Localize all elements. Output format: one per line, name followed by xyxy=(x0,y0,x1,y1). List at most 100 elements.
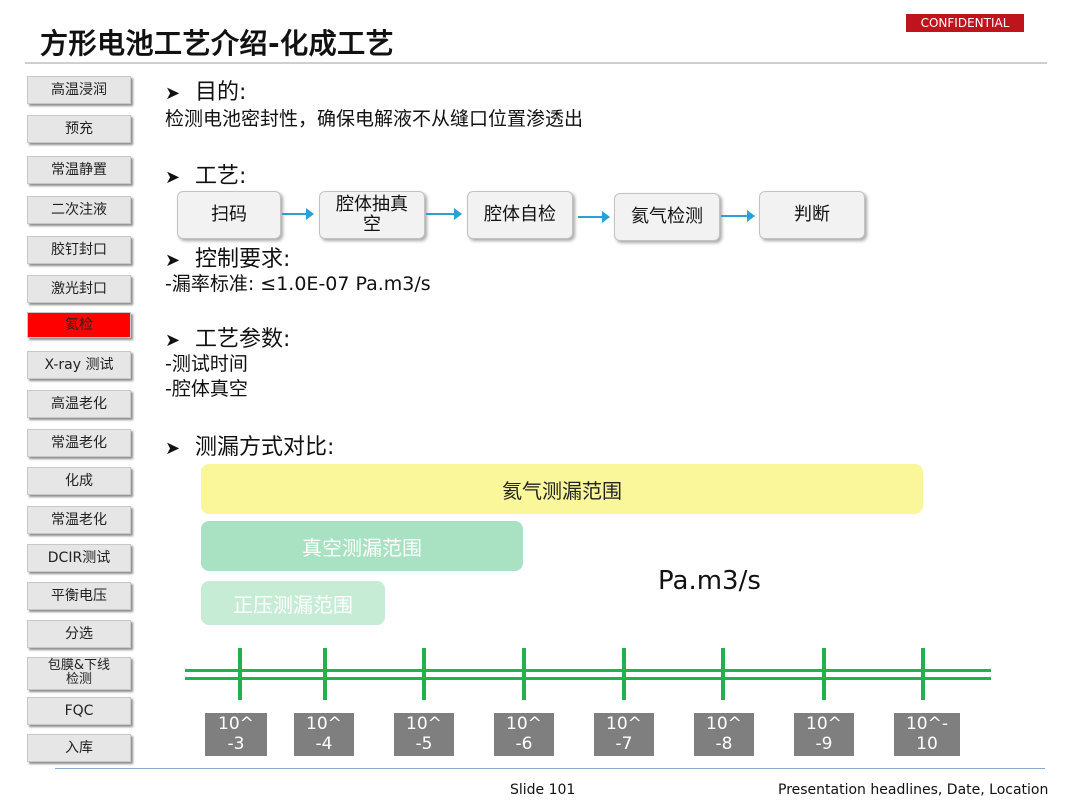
exponent-bottom: 10 xyxy=(916,734,938,754)
flow-arrow-icon xyxy=(578,211,610,223)
unit-label: Pa.m3/s xyxy=(658,566,761,596)
sidebar-item-label-line2: 检测 xyxy=(65,672,92,687)
sidebar-item-formation[interactable]: 化成 xyxy=(27,467,131,495)
comparison-heading: ➤ 测漏方式对比: xyxy=(165,429,334,461)
sidebar-item-high-temp-soak[interactable]: 高温浸润 xyxy=(27,76,131,104)
title-divider xyxy=(25,62,1047,64)
param-chamber-vacuum: -腔体真空 xyxy=(165,378,248,400)
exponent-label: 10^ -8 xyxy=(694,713,754,756)
footer-divider xyxy=(55,768,1045,769)
exponent-label: 10^- 10 xyxy=(894,713,960,756)
sidebar-item-label: 平衡电压 xyxy=(51,588,107,604)
purpose-heading: ➤ 目的: xyxy=(165,74,246,106)
axis-tick xyxy=(522,648,526,700)
exponent-top: 10^ xyxy=(606,714,642,734)
exponent-label: 10^ -4 xyxy=(294,713,354,756)
bullet-arrow-icon: ➤ xyxy=(165,330,181,351)
sidebar-item-label: 包膜&下线 xyxy=(47,658,111,673)
process-step-label: 腔体自检 xyxy=(484,204,556,225)
sidebar-item-fqc[interactable]: FQC xyxy=(27,697,131,725)
leak-rate-standard: -漏率标准: ≤1.0E-07 Pa.m3/s xyxy=(165,273,431,295)
flow-arrow-icon xyxy=(282,208,314,220)
comparison-heading-text: 测漏方式对比: xyxy=(195,435,335,460)
sidebar-item-label: 分选 xyxy=(65,626,93,642)
process-step-label: 腔体抽真 xyxy=(336,194,408,215)
page-title: 方形电池工艺介绍-化成工艺 xyxy=(40,27,395,60)
exponent-top: 10^ xyxy=(218,714,254,734)
bullet-arrow-icon: ➤ xyxy=(165,250,181,271)
helium-range-bar: 氦气测漏范围 xyxy=(201,464,923,514)
process-heading: ➤ 工艺: xyxy=(165,158,246,190)
process-step-label: 扫码 xyxy=(211,204,247,225)
exponent-label: 10^ -3 xyxy=(205,713,267,756)
sidebar-item-label: 化成 xyxy=(65,473,93,489)
sidebar-item-label: 高温老化 xyxy=(51,396,107,412)
sidebar-item-room-temp-aging-2[interactable]: 常温老化 xyxy=(27,506,131,534)
slide-number: Slide 101 xyxy=(510,782,576,798)
purpose-text: 检测电池密封性，确保电解液不从缝口位置渗透出 xyxy=(165,108,584,130)
sidebar-item-dcir-test[interactable]: DCIR测试 xyxy=(27,544,131,572)
sidebar-item-label: 常温老化 xyxy=(51,435,107,451)
sidebar-item-wrap-offline-test[interactable]: 包膜&下线 检测 xyxy=(27,657,131,690)
exponent-label: 10^ -5 xyxy=(394,713,454,756)
sidebar-item-high-temp-aging[interactable]: 高温老化 xyxy=(27,390,131,418)
exponent-top: 10^ xyxy=(806,714,842,734)
footer-headline: Presentation headlines, Date, Location xyxy=(778,782,1049,798)
axis-tick xyxy=(323,648,327,700)
purpose-heading-text: 目的: xyxy=(195,80,247,105)
exponent-label: 10^ -6 xyxy=(494,713,554,756)
range-label: 真空测漏范围 xyxy=(302,535,422,560)
axis-tick xyxy=(921,648,925,700)
flow-arrow-icon xyxy=(721,210,755,222)
sidebar-item-warehousing[interactable]: 入库 xyxy=(27,734,131,762)
sidebar-item-helium-check[interactable]: 氦检 xyxy=(27,312,131,338)
exponent-label: 10^ -7 xyxy=(594,713,654,756)
sidebar-item-label: X-ray 测试 xyxy=(44,357,114,373)
bullet-arrow-icon: ➤ xyxy=(165,167,181,188)
exponent-top: 10^ xyxy=(506,714,542,734)
sidebar-item-sorting[interactable]: 分选 xyxy=(27,620,131,648)
axis-tick xyxy=(822,648,826,700)
process-heading-text: 工艺: xyxy=(195,164,247,189)
sidebar-item-label: 二次注液 xyxy=(51,202,107,218)
process-step-label: 氦气检测 xyxy=(631,206,703,227)
sidebar-item-rubber-nail-seal[interactable]: 胶钉封口 xyxy=(27,236,131,264)
exponent-bottom: -3 xyxy=(227,734,245,754)
vacuum-range-bar: 真空测漏范围 xyxy=(201,521,523,571)
process-step-vacuum: 腔体抽真 空 xyxy=(319,191,425,239)
process-step-judge: 判断 xyxy=(759,191,865,239)
sidebar-item-laser-seal[interactable]: 激光封口 xyxy=(27,275,131,303)
axis-tick xyxy=(622,648,626,700)
exponent-bottom: -8 xyxy=(715,734,733,754)
process-step-label-line2: 空 xyxy=(363,214,381,235)
axis-tick xyxy=(721,648,725,700)
positive-pressure-range-bar: 正压测漏范围 xyxy=(201,581,385,625)
bullet-arrow-icon: ➤ xyxy=(165,83,181,104)
sidebar-item-label: 胶钉封口 xyxy=(51,242,107,258)
sidebar-item-label: 常温静置 xyxy=(51,162,107,178)
sidebar-item-label: 氦检 xyxy=(65,317,93,333)
sidebar-item-label: 高温浸润 xyxy=(51,82,107,98)
sidebar-item-xray-test[interactable]: X-ray 测试 xyxy=(27,351,131,379)
exponent-label: 10^ -9 xyxy=(794,713,854,756)
sidebar-item-label: 常温老化 xyxy=(51,512,107,528)
sidebar-item-balance-voltage[interactable]: 平衡电压 xyxy=(27,582,131,610)
range-label: 正压测漏范围 xyxy=(233,592,353,617)
sidebar-item-label: 激光封口 xyxy=(51,281,107,297)
scale-axis-line-lower xyxy=(185,677,991,680)
confidential-badge: CONFIDENTIAL xyxy=(906,14,1024,32)
sidebar-item-second-injection[interactable]: 二次注液 xyxy=(27,196,131,224)
axis-tick xyxy=(238,648,242,700)
sidebar-item-room-temp-aging[interactable]: 常温老化 xyxy=(27,429,131,457)
exponent-bottom: -6 xyxy=(515,734,533,754)
sidebar-item-precharge[interactable]: 预充 xyxy=(27,115,131,143)
axis-tick xyxy=(422,648,426,700)
exponent-top: 10^ xyxy=(706,714,742,734)
bullet-arrow-icon: ➤ xyxy=(165,438,181,459)
range-label: 氦气测漏范围 xyxy=(502,478,622,503)
exponent-top: 10^- xyxy=(905,714,948,734)
sidebar-item-label: 入库 xyxy=(65,740,93,756)
exponent-bottom: -5 xyxy=(415,734,433,754)
sidebar-item-label: FQC xyxy=(64,703,94,719)
sidebar-item-room-temp-rest[interactable]: 常温静置 xyxy=(27,156,131,184)
